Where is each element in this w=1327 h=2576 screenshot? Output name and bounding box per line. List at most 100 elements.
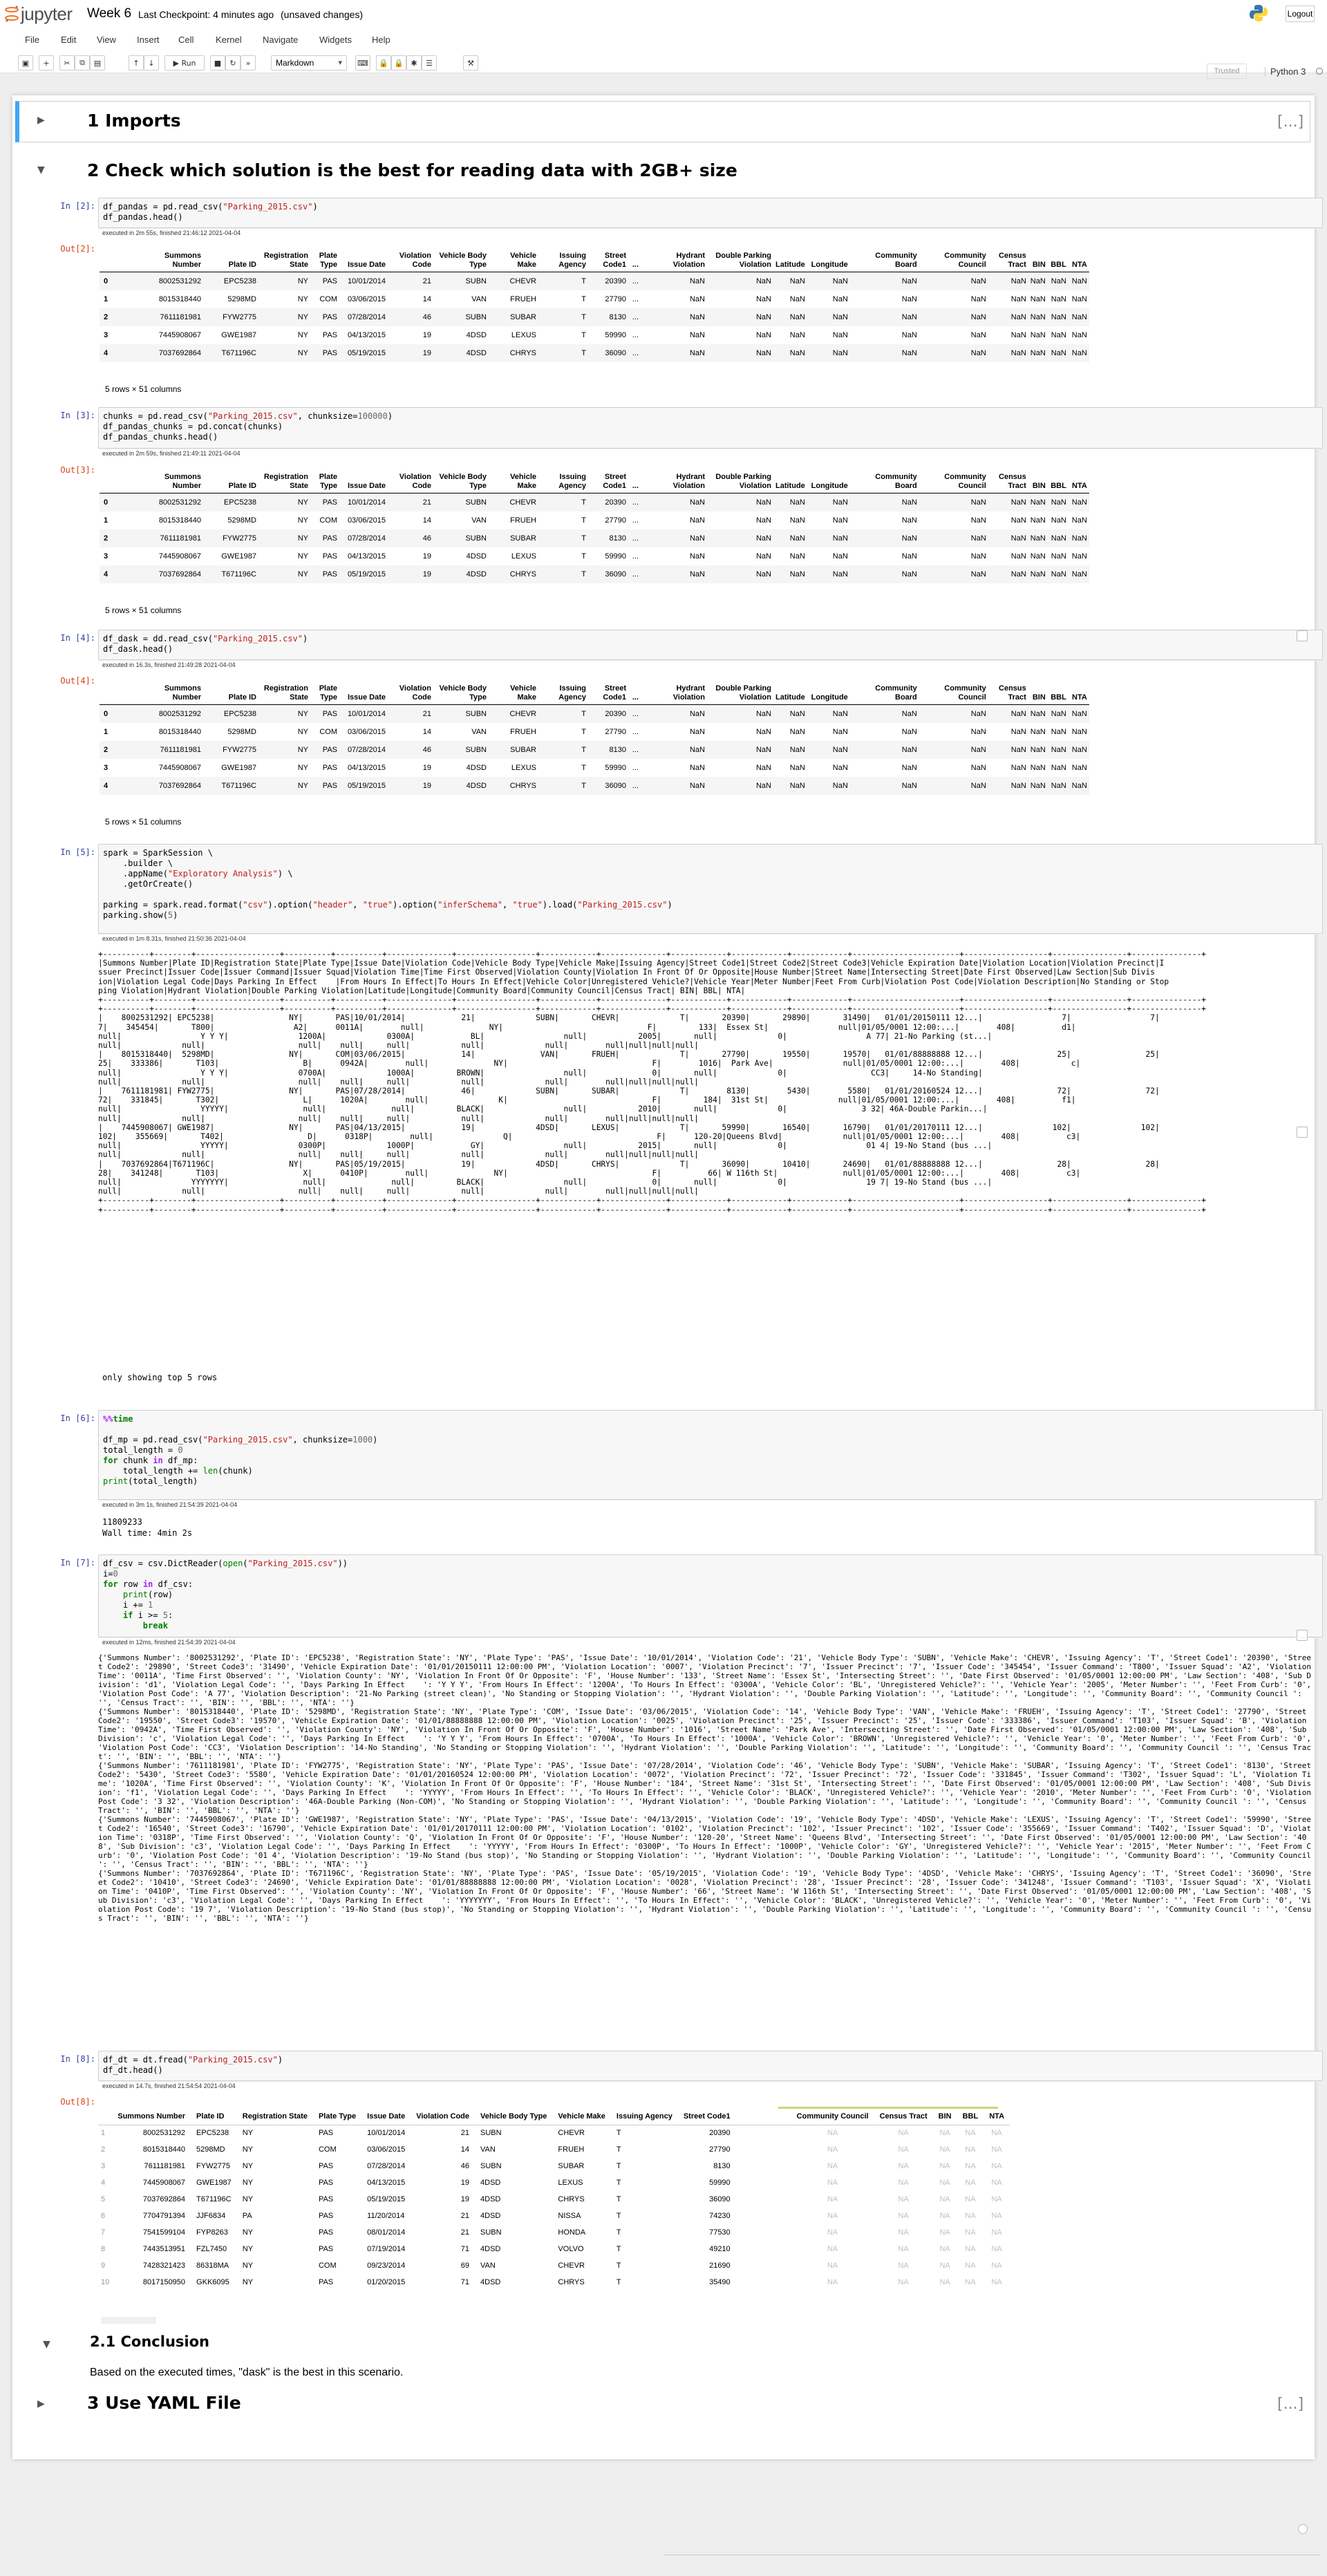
move-down-icon[interactable]: ↓ — [144, 55, 159, 70]
table-cell: CHRYS — [558, 2278, 585, 2286]
table-cell: 04/13/2015 — [347, 763, 386, 772]
table-cell: NaN — [1030, 348, 1046, 357]
conclusion-caret-icon[interactable]: ▼ — [43, 2339, 50, 2350]
cell-3-code[interactable]: chunks = pd.read_csv("Parking_2015.csv",… — [98, 407, 1323, 449]
menu-cell[interactable]: Cell — [178, 35, 194, 45]
command-palette-icon[interactable]: ⌨ — [355, 55, 370, 70]
add-cell-icon[interactable]: + — [39, 55, 54, 70]
table-cell: 86318MA — [196, 2262, 229, 2270]
na-cell: NA — [939, 2245, 950, 2253]
table-cell: NaN — [1030, 534, 1046, 543]
collapse-caret-icon[interactable]: ▶ — [37, 115, 45, 126]
table-cell: VAN — [480, 2145, 496, 2154]
df-col-header: Summons Number — [148, 684, 203, 705]
notebook-title[interactable]: Week 6 — [87, 6, 131, 21]
jupyter-logo[interactable]: jupyter — [4, 3, 73, 24]
table-cell: CHEVR — [558, 2129, 585, 2138]
jupyter-logo-text: jupyter — [21, 3, 73, 24]
table-cell: NY — [297, 709, 308, 718]
table-cell: PAS — [318, 2212, 334, 2220]
menu-edit[interactable]: Edit — [61, 35, 76, 45]
table-cell: 69 — [460, 2262, 470, 2270]
table-cell: NaN — [689, 534, 705, 543]
save-icon[interactable]: ▣ — [18, 55, 33, 70]
cell-4-code[interactable]: df_dask = dd.read_csv("Parking_2015.csv"… — [98, 630, 1323, 660]
table-row: 0 8002531292 EPC5238 NY PAS 10/01/2014 21 SUBN C… — [100, 272, 1089, 290]
row-number: 2 — [101, 2145, 106, 2154]
table-cell: 77530 — [709, 2228, 731, 2237]
lock-all-icon[interactable]: 🔒 — [391, 55, 406, 70]
expand-caret-icon[interactable]: ▼ — [37, 164, 45, 176]
yaml-caret-icon[interactable]: ▶ — [37, 2398, 45, 2409]
logout-button[interactable]: Logout — [1286, 6, 1315, 22]
dt-col-header: Plate ID — [191, 2108, 237, 2125]
table-cell: ... — [632, 570, 639, 579]
table-cell: 21 — [422, 498, 431, 507]
restart-icon[interactable]: ↻ — [225, 55, 241, 70]
table-cell: NaN — [1071, 781, 1087, 790]
menu-insert[interactable]: Insert — [137, 35, 160, 45]
lock-icon[interactable]: 🔒 — [376, 55, 391, 70]
na-cell: NA — [991, 2162, 1002, 2170]
table-cell: NaN — [1010, 348, 1026, 357]
table-cell: PAS — [322, 498, 337, 507]
row-index: 2 — [104, 745, 109, 754]
dictreader-output: {'Summons Number': '8002531292', 'Plate … — [98, 1653, 1311, 1923]
run-button[interactable]: ▶ Run — [164, 55, 205, 70]
collapsed-marker-imports[interactable]: [...] — [1277, 113, 1304, 131]
table-row: 9 7428321423 86318MA NY COM 09/23/2014 69 VAN CH… — [98, 2257, 1010, 2274]
na-cell: NA — [939, 2129, 950, 2138]
table-cell: NaN — [789, 312, 805, 321]
menu-file[interactable]: File — [25, 35, 39, 45]
table-cell: NaN — [1051, 781, 1066, 790]
df-col-header: ... — [628, 252, 641, 272]
row-number: 5 — [101, 2195, 106, 2203]
table-cell: NaN — [789, 763, 805, 772]
table-cell: 7037692864 — [158, 348, 201, 357]
table-cell: NaN — [1010, 330, 1026, 339]
menu-help[interactable]: Help — [372, 35, 390, 45]
section-check-heading: 2 Check which solution is the best for r… — [87, 160, 737, 180]
na-cell: NA — [991, 2145, 1002, 2154]
menu-navigate[interactable]: Navigate — [263, 35, 298, 45]
paste-icon[interactable]: ▤ — [90, 55, 105, 70]
selected-cell[interactable] — [15, 101, 1310, 142]
cell-7-code[interactable]: df_csv = csv.DictReader(open("Parking_20… — [98, 1554, 1323, 1637]
stop-icon[interactable]: ■ — [210, 55, 225, 70]
cell-4-out-prompt: Out[4]: — [60, 676, 95, 686]
cut-icon[interactable]: ✂ — [59, 55, 75, 70]
table-row: 2 7611181981 FYW2775 NY PAS 07/28/2014 46 SUBN S… — [100, 740, 1089, 759]
table-cell: ... — [632, 330, 639, 339]
output-scroll-toggle-icon-2[interactable] — [1297, 1127, 1308, 1138]
cell-2-code[interactable]: df_pandas = pd.read_csv("Parking_2015.cs… — [98, 198, 1323, 228]
move-up-icon[interactable]: ↑ — [129, 55, 144, 70]
menu-view[interactable]: View — [97, 35, 116, 45]
table-cell: 27790 — [605, 516, 626, 525]
copy-icon[interactable]: ⧉ — [75, 55, 90, 70]
table-cell: ... — [632, 498, 639, 507]
table-cell: 8002531292 — [158, 498, 201, 507]
table-cell: NaN — [1051, 276, 1066, 285]
cell-6-code[interactable]: %%time df_mp = pd.read_csv("Parking_2015… — [98, 1410, 1323, 1500]
table-cell: SUBAR — [558, 2162, 585, 2170]
dt-col-header: Registration State — [236, 2108, 313, 2125]
collapsed-marker-yaml[interactable]: [...] — [1277, 2396, 1304, 2413]
menu-kernel[interactable]: Kernel — [216, 35, 242, 45]
table-cell: 59990 — [605, 552, 626, 561]
table-cell: NaN — [1010, 781, 1026, 790]
cell-8-code[interactable]: df_dt = dt.fread("Parking_2015.csv") df_… — [98, 2051, 1323, 2081]
cell-type-value: Markdown — [276, 58, 314, 68]
row-index: 2 — [104, 312, 109, 321]
menu-widgets[interactable]: Widgets — [319, 35, 352, 45]
df-table-2: Summons Number Plate ID Registration State Pl… — [100, 473, 1089, 583]
fast-forward-icon[interactable]: » — [241, 55, 256, 70]
table-cell: NY — [242, 2278, 254, 2286]
freeze-icon[interactable]: ✱ — [406, 55, 422, 70]
cell-type-select[interactable]: Markdown — [271, 55, 347, 70]
dt-col-header: Issuing Agency — [610, 2108, 678, 2125]
extension-icon[interactable]: ⚒ — [463, 55, 478, 70]
cell-5-code[interactable]: spark = SparkSession \ .builder \ .appNa… — [98, 844, 1323, 934]
toc-icon[interactable]: ☰ — [422, 55, 437, 70]
scroll-to-top-icon[interactable] — [1298, 2524, 1308, 2534]
output-scroll-toggle-icon[interactable] — [1297, 630, 1308, 641]
